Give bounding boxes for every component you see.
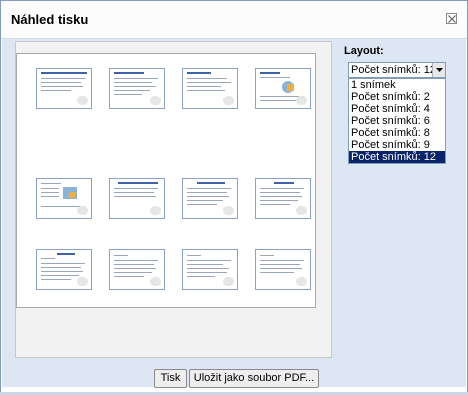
layout-options-list: 1 snímek Počet snímků: 2 Počet snímků: 4… (348, 78, 446, 164)
layout-option-1[interactable]: 1 snímek (349, 79, 445, 91)
slide-thumbnail (109, 249, 165, 290)
layout-select-value: Počet snímků: 12 (351, 64, 436, 76)
slide-thumbnail (109, 178, 165, 219)
chevron-down-icon (436, 68, 443, 72)
slide-thumbnail (255, 249, 311, 290)
slide-thumbnail (182, 178, 238, 219)
close-button[interactable] (446, 13, 457, 24)
print-preview-dialog: Náhled tisku Layout: Počet snímků: 12 1 … (0, 0, 468, 395)
slide-thumbnail (182, 249, 238, 290)
layout-option-2[interactable]: Počet snímků: 2 (349, 91, 445, 103)
layout-option-6[interactable]: Počet snímků: 6 (349, 115, 445, 127)
slide-thumbnail (182, 68, 238, 109)
slide-thumbnail (255, 68, 311, 109)
layout-option-8[interactable]: Počet snímků: 8 (349, 127, 445, 139)
close-icon (448, 15, 456, 23)
slide-thumbnail (36, 178, 92, 219)
layout-option-4[interactable]: Počet snímků: 4 (349, 103, 445, 115)
print-button[interactable]: Tisk (154, 369, 187, 388)
layout-option-9[interactable]: Počet snímků: 9 (349, 139, 445, 151)
dialog-title: Náhled tisku (11, 12, 89, 27)
slide-thumbnail (36, 249, 92, 290)
dropdown-button[interactable] (432, 63, 445, 77)
slide-thumbnail (255, 178, 311, 219)
layout-label: Layout: (344, 45, 384, 57)
slide-thumbnail (109, 68, 165, 109)
preview-page (16, 53, 316, 308)
save-pdf-button[interactable]: Uložit jako soubor PDF... (189, 369, 319, 388)
slide-thumbnail (36, 68, 92, 109)
layout-option-12[interactable]: Počet snímků: 12 (349, 151, 445, 163)
title-bar: Náhled tisku (1, 1, 467, 39)
layout-select[interactable]: Počet snímků: 12 (348, 62, 446, 78)
